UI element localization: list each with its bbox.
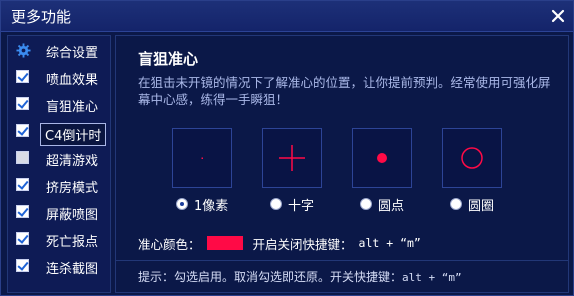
preview-filled-dot[interactable] [352,128,412,188]
sidebar-item-label: 连杀截图 [46,262,99,277]
title-bar: 更多功能 [1,1,573,32]
sidebar-item-death-report[interactable]: 死亡报点 [10,229,110,251]
tip-label: 提示：勾选启用。取消勾选即还原。开关快捷键： [138,270,403,284]
preview-cross[interactable] [262,128,322,188]
checkbox-checked[interactable] [16,178,29,191]
checkbox-checked[interactable] [16,124,29,137]
gear-icon [16,43,31,58]
checkbox-checked[interactable] [16,232,29,245]
sidebar-item-label: 挤房模式 [46,181,99,196]
description-text: 在狙击未开镜的情况下了解准心的位置，让你提前预判。经常使用可强化屏幕中心感，练得… [138,75,551,107]
checkbox-checked[interactable] [16,70,29,83]
sidebar-item-general-settings[interactable]: 综合设置 [10,40,110,62]
divider [116,260,568,261]
preview-1px-dot[interactable] [172,128,232,188]
sidebar-item-hd-game[interactable]: 超清游戏 [10,148,110,170]
sidebar-item-room-squeeze[interactable]: 挤房模式 [10,175,110,197]
radio-label: 圆圈 [468,198,495,214]
radio-label: 十字 [288,198,315,214]
window-title: 更多功能 [11,8,72,26]
radio-filled-dot[interactable]: 圆点 [360,195,405,214]
sidebar-item-label: 超清游戏 [46,154,99,169]
close-button[interactable] [549,7,567,25]
sidebar-item-killstreak-screenshot[interactable]: 连杀截图 [10,256,110,278]
dot-1px-icon [201,157,203,159]
sidebar-item-label: 屏蔽喷图 [46,208,99,223]
hotkey-label: 开启关闭快捷键： [252,236,353,252]
filled-dot-icon [377,153,387,163]
radio-label: 圆点 [378,198,405,214]
crosshair-color-label: 准心颜色： [138,236,201,252]
close-icon [551,9,565,23]
color-hotkey-row: 准心颜色： 开启关闭快捷键： alt + “m” [138,234,421,252]
hotkey-value: alt + “m” [358,236,421,250]
page-title: 盲狙准心 [138,50,199,68]
sidebar-item-label: C4倒计时 [40,123,107,146]
sidebar-item-blind-crosshair[interactable]: 盲狙准心 [10,94,110,116]
radio-button[interactable] [450,198,462,210]
radio-button[interactable] [270,198,282,210]
crosshair-color-swatch[interactable] [206,236,243,250]
checkbox-checked[interactable] [16,259,29,272]
tip-hotkey: alt + “m” [402,271,462,284]
sidebar-item-label: 综合设置 [46,46,99,61]
sidebar-item-label: 喷血效果 [46,73,99,88]
cross-icon [279,145,305,171]
sidebar-item-c4-countdown[interactable]: C4倒计时 [10,121,110,146]
sidebar-item-label: 死亡报点 [46,235,99,250]
sidebar: 综合设置 喷血效果 盲狙准心 C4倒计时 超清游戏 挤房模式 屏蔽喷图 死亡报点… [7,35,111,293]
sidebar-item-blood-effect[interactable]: 喷血效果 [10,67,110,89]
checkbox-unchecked[interactable] [16,151,29,164]
radio-label: 1像素 [194,198,229,214]
circle-icon [461,147,483,169]
radio-button-selected[interactable] [176,198,188,210]
radio-1px[interactable]: 1像素 [176,195,229,214]
settings-panel: 盲狙准心 在狙击未开镜的情况下了解准心的位置，让你提前预判。经常使用可强化屏幕中… [115,35,569,293]
radio-cross[interactable]: 十字 [270,195,315,214]
tip-text: 提示：勾选启用。取消勾选即还原。开关快捷键：alt + “m” [138,268,462,285]
sidebar-item-label: 盲狙准心 [46,100,99,115]
radio-circle[interactable]: 圆圈 [450,195,495,214]
checkbox-checked[interactable] [16,97,29,110]
checkbox-checked[interactable] [16,205,29,218]
radio-button[interactable] [360,198,372,210]
sidebar-item-block-sprays[interactable]: 屏蔽喷图 [10,202,110,224]
more-features-window: 更多功能 综合设置 喷血效果 盲狙准心 C4倒计时 超清游戏 挤房模式 屏蔽喷图… [0,0,574,296]
preview-circle[interactable] [442,128,502,188]
